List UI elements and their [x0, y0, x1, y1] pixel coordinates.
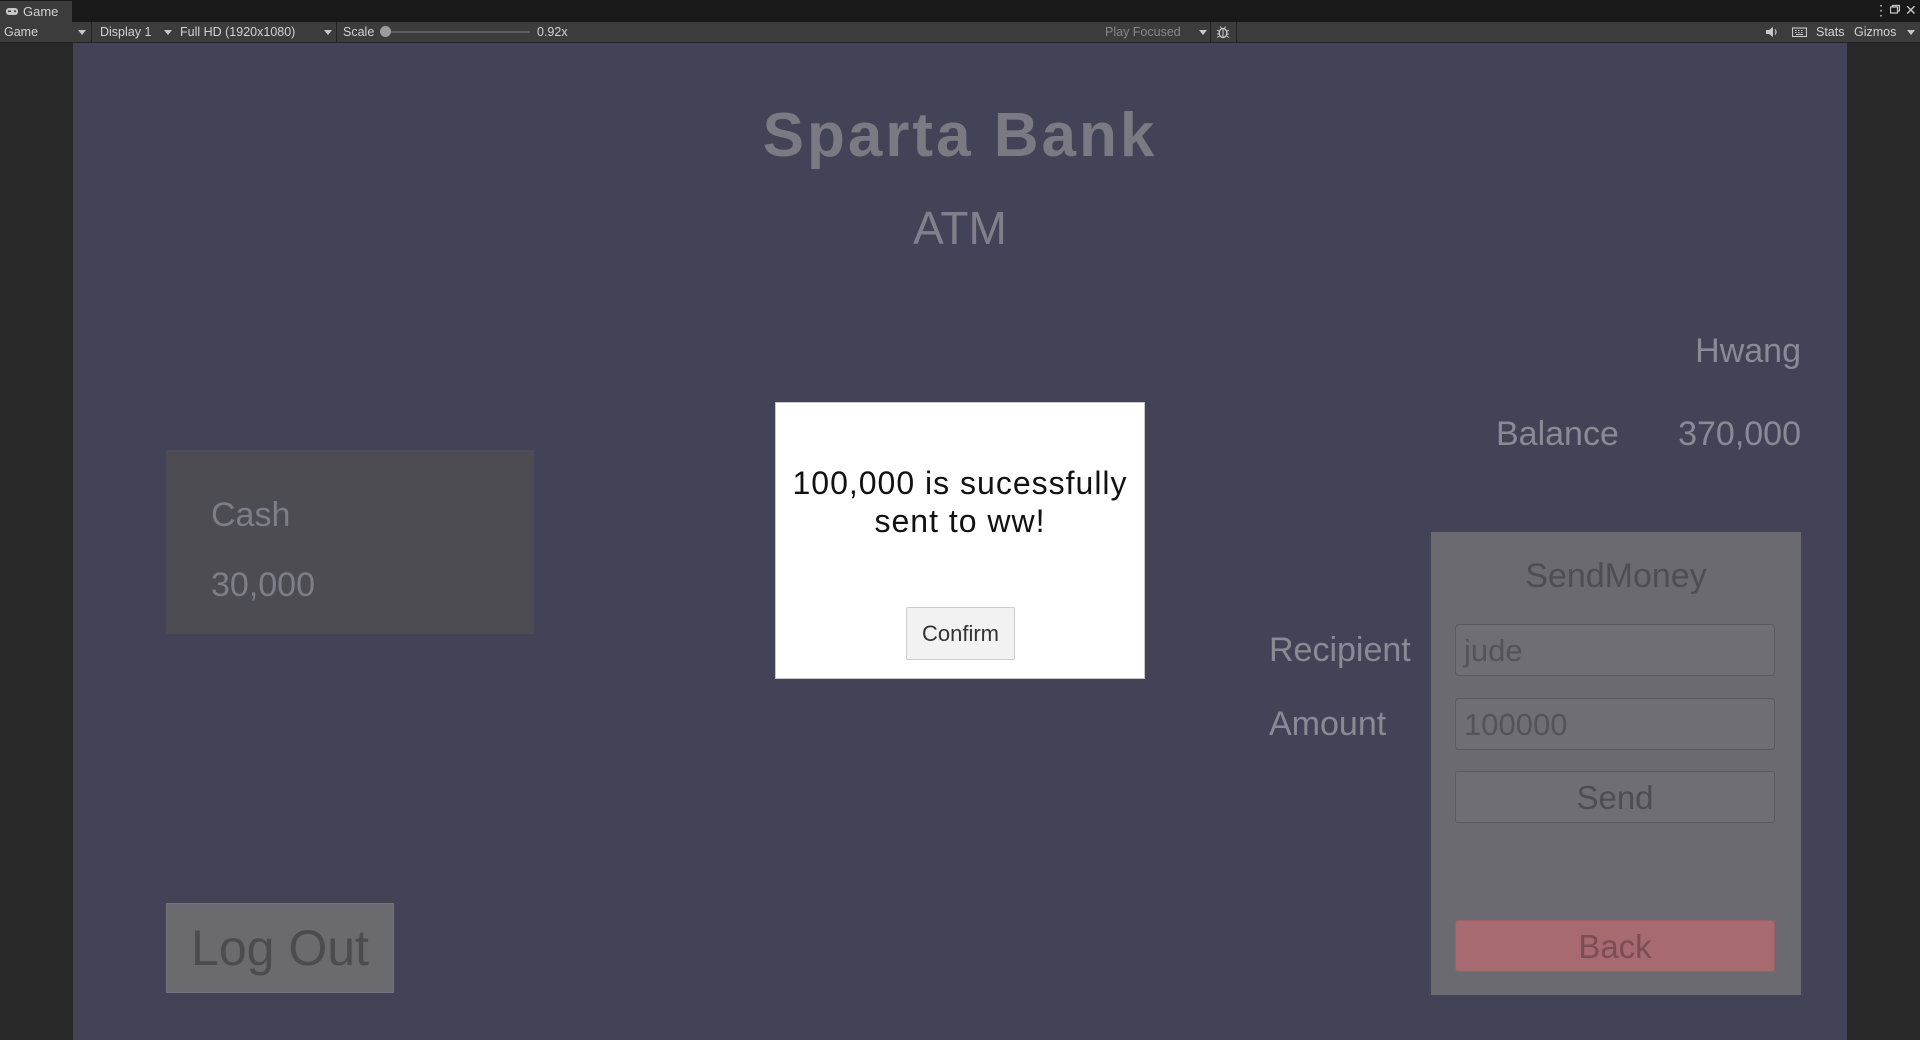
more-icon[interactable]: ⋮ — [1874, 2, 1888, 18]
tab-label: Game — [23, 4, 59, 19]
send-money-panel: SendMoney jude 100000 Send Back — [1431, 532, 1801, 995]
chevron-down-icon — [1907, 30, 1915, 35]
cash-label: Cash — [211, 496, 291, 534]
recipient-input[interactable]: jude — [1455, 624, 1775, 676]
divider — [336, 22, 337, 42]
user-name: Hwang — [1695, 332, 1801, 370]
tab-game[interactable]: Game — [0, 1, 72, 22]
chevron-down-icon — [164, 30, 172, 35]
app-subtitle: ATM — [913, 202, 1007, 254]
confirm-button[interactable]: Confirm — [906, 607, 1015, 660]
success-dialog: 100,000 is sucessfully sent to ww! Confi… — [775, 402, 1145, 679]
divider — [91, 22, 92, 42]
cash-panel: Cash 30,000 — [166, 450, 534, 634]
play-mode-dropdown[interactable]: Play Focused — [1105, 22, 1181, 42]
display-dropdown[interactable]: Display 1 — [100, 22, 151, 42]
scale-label: Scale — [343, 25, 375, 39]
send-button[interactable]: Send — [1455, 771, 1775, 823]
resolution-dropdown[interactable]: Full HD (1920x1080) — [180, 22, 295, 42]
send-money-title: SendMoney — [1525, 557, 1707, 595]
maximize-icon[interactable] — [1889, 2, 1901, 21]
chevron-down-icon — [324, 30, 332, 35]
scale-slider-thumb[interactable] — [380, 26, 391, 37]
balance-label: Balance — [1496, 415, 1619, 453]
amount-input[interactable]: 100000 — [1455, 698, 1775, 750]
back-button[interactable]: Back — [1455, 920, 1775, 972]
game-view-toolbar: Game Display 1 Full HD (1920x1080) Scale… — [0, 22, 1920, 43]
scale-slider[interactable] — [386, 31, 530, 33]
balance-value: 370,000 — [1678, 415, 1801, 453]
close-icon[interactable]: ✕ — [1905, 2, 1917, 18]
success-message: 100,000 is sucessfully sent to ww! — [792, 465, 1128, 539]
chevron-down-icon — [78, 30, 86, 35]
view-mode-dropdown[interactable]: Game — [4, 22, 38, 42]
chevron-down-icon — [1199, 30, 1207, 35]
bug-icon[interactable] — [1216, 22, 1230, 42]
logout-button[interactable]: Log Out — [166, 903, 394, 993]
stats-button[interactable]: Stats — [1816, 22, 1845, 42]
gizmos-button[interactable]: Gizmos — [1854, 22, 1896, 42]
cash-value: 30,000 — [211, 566, 315, 604]
recipient-label: Recipient — [1269, 631, 1411, 669]
app-title: Sparta Bank — [762, 101, 1158, 170]
divider — [1236, 22, 1237, 42]
keyboard-icon[interactable] — [1791, 22, 1808, 42]
speaker-icon[interactable] — [1765, 22, 1779, 42]
amount-label: Amount — [1269, 705, 1387, 743]
editor-titlebar: Game ⋮ ✕ — [0, 0, 1920, 22]
divider — [1210, 22, 1211, 42]
scale-value: 0.92x — [537, 25, 568, 39]
